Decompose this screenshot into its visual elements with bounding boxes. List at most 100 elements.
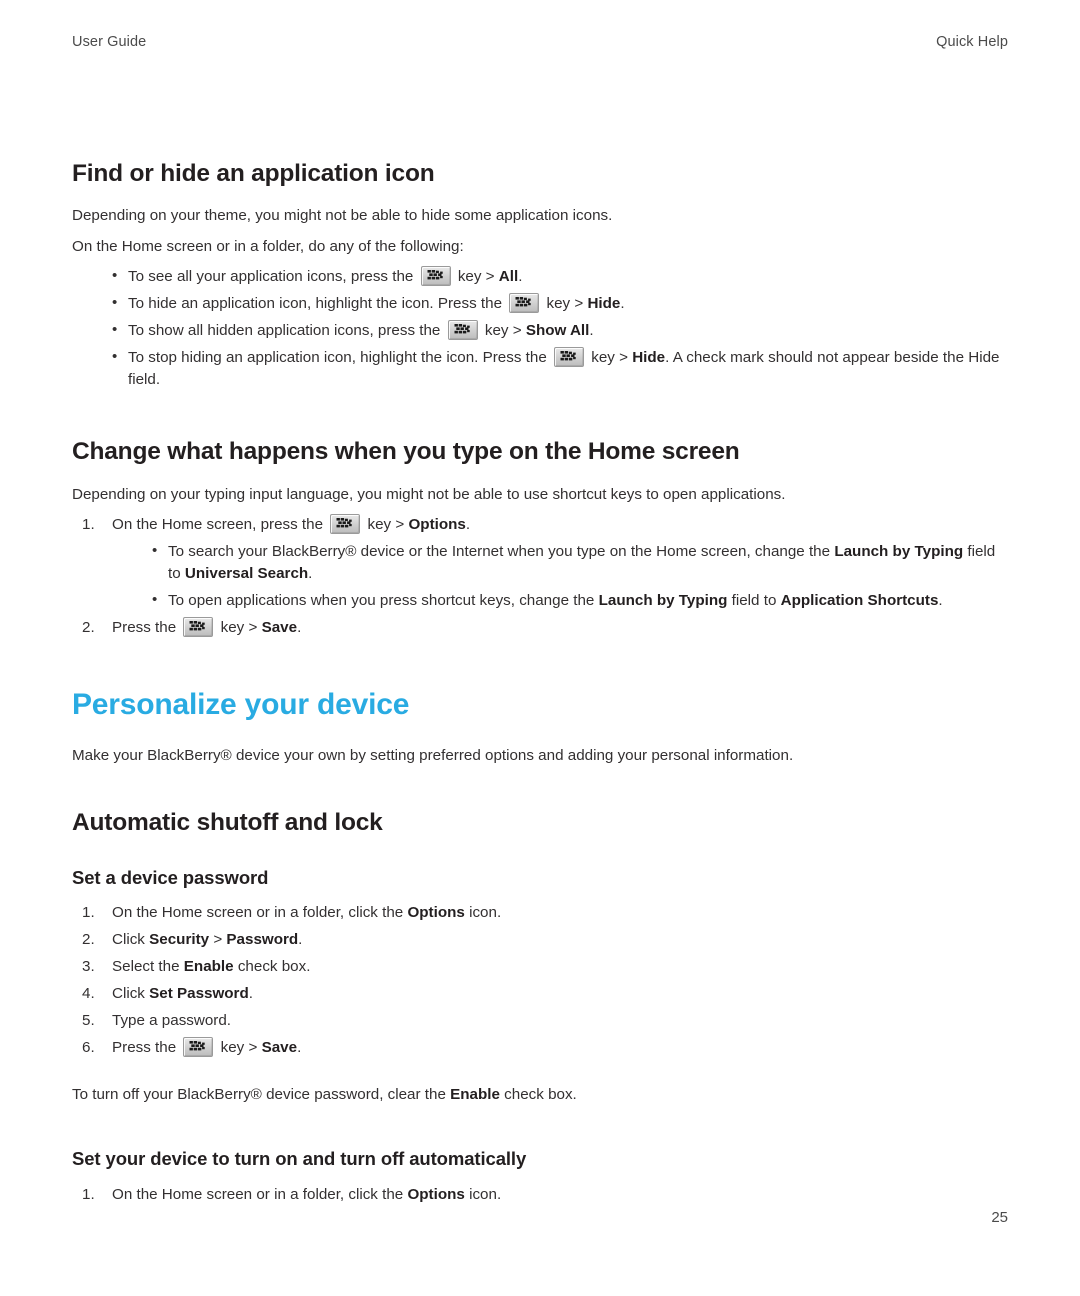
step-text-bold-2: Password [226, 931, 299, 949]
heading-change-type-behavior: Change what happens when you type on the… [72, 438, 740, 466]
list-item: To open applications when you press shor… [112, 589, 1008, 612]
paragraph-find-intro-1: Depending on your theme, you might not b… [72, 207, 613, 225]
heading-find-or-hide: Find or hide an application icon [72, 160, 435, 187]
step-text-bold: Save [261, 1039, 298, 1057]
step-text-bold: Options [407, 1185, 465, 1203]
list-item: 1. On the Home screen, press the key > O… [72, 513, 1008, 612]
list-item: To hide an application icon, highlight t… [72, 292, 1008, 315]
step-number: 1. [82, 515, 95, 533]
step-text-tail: . [298, 931, 303, 949]
bullet-text-key: key > [484, 322, 522, 340]
step-text-tail: check box. [237, 958, 311, 976]
bullet-text-bold: Show All [525, 322, 590, 340]
list-set-password-steps: 1. On the Home screen or in a folder, cl… [72, 902, 1008, 1059]
bullet-text-key: key > [591, 349, 628, 367]
list-change-type-options: To search your BlackBerry® device or the… [112, 540, 1008, 612]
step-text-tail: . [248, 985, 253, 1003]
blackberry-menu-key-icon [183, 1037, 214, 1058]
list-find-or-hide-options: To see all your application icons, press… [72, 265, 1008, 391]
bullet-text-key: key > [546, 295, 584, 313]
page-content: Find or hide an application icon Dependi… [72, 160, 1008, 1211]
list-item: To stop hiding an application icon, high… [72, 346, 1008, 391]
step-number: 4. [82, 985, 95, 1003]
step-text-tail: . [465, 515, 471, 533]
subbullet-text-tail: . [938, 591, 943, 609]
running-header: User Guide Quick Help [72, 34, 1008, 50]
bullet-text-lead: To stop hiding an application icon, high… [128, 349, 547, 367]
bullet-text-lead: To hide an application icon, highlight t… [128, 295, 503, 313]
list-item: To see all your application icons, press… [72, 265, 1008, 288]
subbullet-bold-value: Universal Search [184, 564, 309, 582]
list-item: 3. Select the Enable check box. [72, 956, 1008, 978]
heading-automatic-shutoff-and-lock: Automatic shutoff and lock [72, 808, 383, 836]
subbullet-text-lead: To search your BlackBerry® device or the… [168, 542, 831, 560]
step-text-key: key > [220, 618, 258, 636]
outro-text-lead: To turn off your BlackBerry® device pass… [72, 1086, 446, 1104]
header-right-label: Quick Help [936, 34, 1008, 50]
step-text-bold: Options [408, 515, 466, 533]
subbullet-bold-field: Launch by Typing [834, 542, 964, 560]
step-text-lead: On the Home screen or in a folder, click… [112, 1185, 404, 1203]
list-item: 2. Press the key > Save. [72, 616, 1008, 639]
step-text-lead: Click [112, 985, 145, 1003]
blackberry-menu-key-icon [420, 266, 451, 287]
step-text-lead: On the Home screen, press the [112, 515, 324, 533]
paragraph-find-intro-2: On the Home screen or in a folder, do an… [72, 238, 464, 256]
step-number: 3. [82, 958, 95, 976]
step-number: 2. [82, 931, 95, 949]
step-text-lead: Press the [112, 618, 177, 636]
bullet-text-bold: Hide [587, 295, 621, 313]
outro-text-bold: Enable [450, 1086, 500, 1104]
step-number: 5. [82, 1012, 95, 1030]
outro-text-tail: check box. [504, 1086, 577, 1104]
blackberry-menu-key-icon [183, 616, 214, 637]
step-text-lead: Select the [112, 958, 180, 976]
bullet-text-tail: . [620, 295, 625, 313]
bullet-text-bold: Hide [632, 349, 666, 367]
heading-auto-on-off: Set your device to turn on and turn off … [72, 1148, 527, 1170]
page-number: 25 [991, 1209, 1008, 1226]
bullet-text-lead: To see all your application icons, press… [128, 268, 414, 286]
list-item: To show all hidden application icons, pr… [72, 319, 1008, 342]
step-number: 1. [82, 1185, 95, 1203]
step-text-bold: Set Password [149, 985, 249, 1003]
subbullet-text-tail: . [308, 564, 313, 582]
bullet-text-key: key > [457, 268, 495, 286]
step-text-tail: icon. [469, 904, 502, 922]
step-text-tail: icon. [469, 1185, 502, 1203]
document-page: User Guide Quick Help Find or hide an ap… [0, 0, 1080, 1296]
bullet-text-bold: All [498, 268, 519, 286]
step-text-mid: > [213, 931, 223, 949]
subbullet-bold-value: Application Shortcuts [780, 591, 939, 609]
blackberry-menu-key-icon [509, 293, 540, 314]
step-text-bold: Options [407, 904, 465, 922]
step-number: 2. [82, 618, 95, 636]
step-text-tail: . [297, 1039, 302, 1057]
step-text-lead: On the Home screen or in a folder, click… [112, 904, 404, 922]
subbullet-text-lead: To open applications when you press shor… [168, 591, 595, 609]
list-item: 4. Click Set Password. [72, 983, 1008, 1005]
header-left-label: User Guide [72, 34, 147, 50]
step-text-key: key > [220, 1039, 258, 1057]
step-text-lead: Click [112, 931, 145, 949]
paragraph-change-type-intro: Depending on your typing input language,… [72, 485, 786, 503]
subbullet-text-mid: field to [731, 591, 777, 609]
heading-personalize-your-device: Personalize your device [72, 687, 410, 721]
list-item: 2. Click Security > Password. [72, 929, 1008, 951]
list-item: 6. Press the key > Save. [72, 1037, 1008, 1059]
step-text-bold: Security [149, 931, 210, 949]
paragraph-personalize-intro: Make your BlackBerry® device your own by… [72, 746, 794, 764]
list-item: To search your BlackBerry® device or the… [112, 540, 1008, 585]
paragraph-turn-off-password: To turn off your BlackBerry® device pass… [72, 1084, 1008, 1106]
step-text-key: key > [367, 515, 405, 533]
subbullet-bold-field: Launch by Typing [598, 591, 728, 609]
blackberry-menu-key-icon [447, 320, 478, 341]
step-text-bold: Save [261, 618, 298, 636]
blackberry-menu-key-icon [554, 347, 585, 368]
step-text-lead: Type a password. [112, 1012, 232, 1030]
list-item: 1. On the Home screen or in a folder, cl… [72, 902, 1008, 924]
bullet-text-tail: . [518, 268, 523, 286]
bullet-text-lead: To show all hidden application icons, pr… [128, 322, 441, 340]
step-text-bold: Enable [183, 958, 234, 976]
step-number: 1. [82, 904, 95, 922]
